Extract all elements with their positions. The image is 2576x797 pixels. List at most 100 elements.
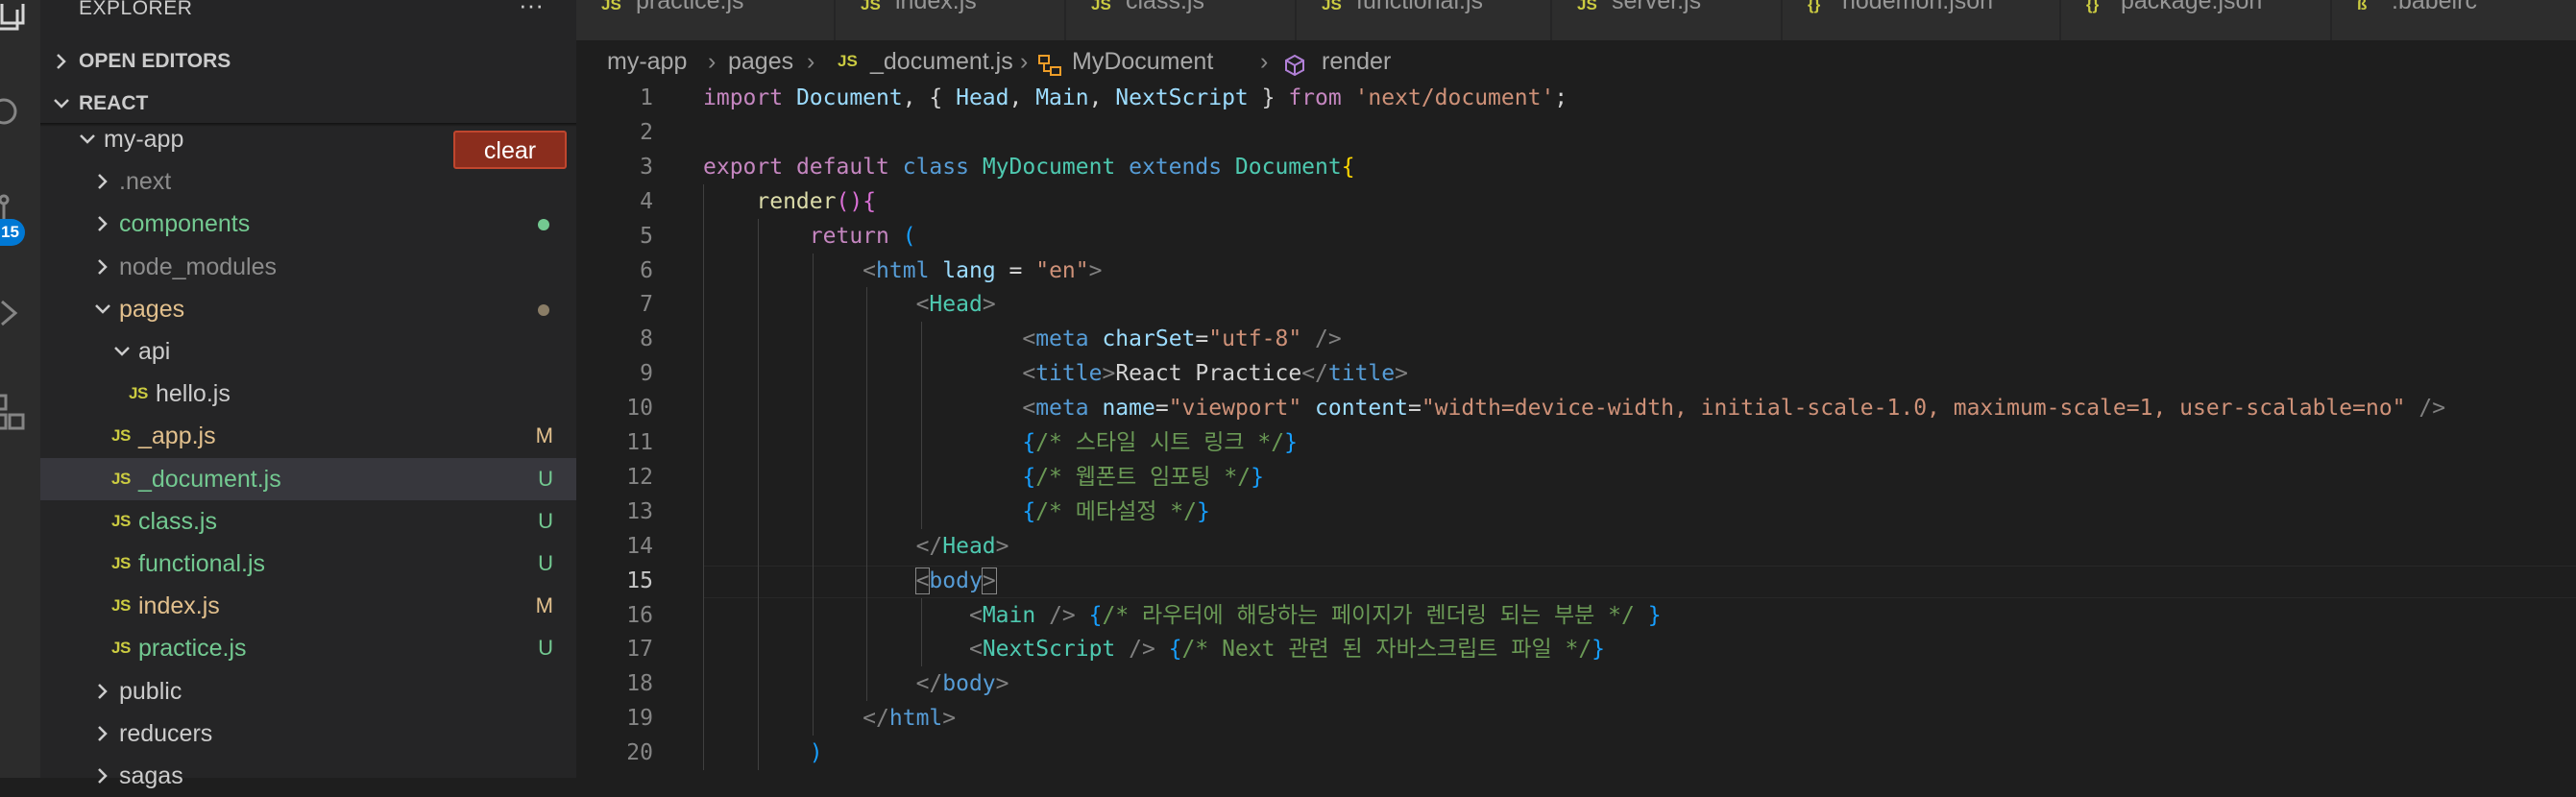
git-status-badge: M: [535, 423, 553, 448]
tree-item-label: _document.js: [138, 465, 281, 493]
indent-guide: [921, 597, 923, 667]
code-line: </Head>: [915, 533, 1009, 559]
chevron-right-icon: [98, 174, 108, 190]
chevron-down-icon: [114, 347, 130, 356]
tab-label: server.js: [1612, 0, 1702, 14]
more-actions-icon[interactable]: ···: [519, 0, 544, 20]
file-type-icon: JS: [861, 0, 881, 13]
line-number: 9: [640, 361, 653, 387]
code-line: <Head>: [915, 292, 996, 318]
code-line: <html lang = "en">: [863, 257, 1103, 283]
open-editors-section[interactable]: OPEN EDITORS: [40, 42, 576, 81]
indent-guide: [757, 218, 759, 770]
editor-tab[interactable]: JS class.js: [1066, 0, 1297, 40]
chevron-right-icon: [57, 54, 66, 69]
js-file-icon: JS: [838, 52, 858, 70]
breadcrumb-separator: ›: [807, 48, 815, 75]
tree-file[interactable]: JS _document.js U: [40, 457, 576, 500]
tree-folder[interactable]: reducers: [40, 712, 576, 755]
modified-dot-icon: [538, 303, 549, 316]
tree-item-label: hello.js: [156, 380, 231, 408]
file-type-icon: ß: [2357, 0, 2368, 13]
tree-item-label: _app.js: [138, 423, 216, 450]
explorer-sidebar: EXPLORER ··· OPEN EDITORS REACT my-app .n…: [40, 0, 576, 789]
tree-item-label: practice.js: [138, 635, 247, 663]
method-symbol-icon: [1283, 50, 1306, 77]
editor-tab[interactable]: {} nodemon.json: [1783, 0, 2061, 40]
line-number: 6: [640, 257, 653, 283]
breadcrumb-mydocument[interactable]: MyDocument: [1072, 42, 1213, 81]
editor-tab[interactable]: JS index.js: [836, 0, 1066, 40]
chevron-down-icon: [54, 99, 69, 109]
git-status-badge: U: [538, 508, 553, 533]
explorer-title: EXPLORER: [79, 0, 193, 19]
chevron-right-icon: [98, 725, 108, 741]
explorer-icon[interactable]: [0, 0, 40, 40]
tree-folder[interactable]: components: [40, 203, 576, 245]
run-debug-icon[interactable]: [0, 292, 40, 332]
breadcrumb-render[interactable]: render: [1322, 42, 1391, 81]
tree-folder[interactable]: pages: [40, 288, 576, 330]
tree-file[interactable]: JS index.js M: [40, 585, 576, 627]
breadcrumb-my-app[interactable]: my-app: [607, 42, 687, 81]
git-status-badge: U: [538, 551, 553, 575]
editor-tab[interactable]: JS practice.js: [576, 0, 836, 40]
tree-folder[interactable]: sagas: [40, 755, 576, 797]
react-section-label: REACT: [79, 92, 149, 114]
breadcrumb-document-file[interactable]: _document.js: [870, 42, 1013, 81]
line-number: 18: [626, 671, 653, 697]
line-number: 13: [626, 498, 653, 524]
js-file-icon: JS: [111, 469, 131, 488]
js-file-icon: JS: [111, 554, 131, 572]
line-number: 7: [640, 292, 653, 318]
tree-item-label: reducers: [119, 719, 213, 747]
line-number: 1: [640, 85, 653, 110]
line-number: 2: [640, 119, 653, 145]
line-number: 17: [626, 637, 653, 663]
extensions-icon[interactable]: [0, 384, 40, 430]
tree-item-label: api: [138, 338, 171, 365]
indent-guide: [866, 287, 868, 702]
class-symbol-icon: [1037, 50, 1064, 76]
file-type-icon: JS: [1322, 0, 1342, 13]
tab-label: index.js: [895, 0, 977, 14]
editor-tab[interactable]: ß .babelrc: [2332, 0, 2576, 40]
file-type-icon: JS: [1577, 0, 1597, 13]
editor-tab[interactable]: {} package.json: [2061, 0, 2332, 40]
tree-file[interactable]: JS functional.js U: [40, 543, 576, 585]
react-section[interactable]: REACT: [40, 85, 576, 123]
activity-bar: 15: [0, 0, 40, 778]
tree-file[interactable]: JS _app.js M: [40, 415, 576, 457]
code-line: <NextScript /> {/* Next 관련 된 자바스크립트 파일 *…: [968, 637, 1606, 663]
line-number: 4: [640, 188, 653, 214]
chevron-down-icon: [95, 303, 110, 314]
js-file-icon: JS: [111, 511, 131, 530]
code-editor[interactable]: 1 import Document, { Head, Main, NextScri…: [576, 81, 2576, 778]
js-file-icon: JS: [111, 639, 131, 658]
line-number: 8: [640, 326, 653, 352]
git-status-badge: M: [535, 593, 553, 618]
tree-file[interactable]: JS practice.js U: [40, 627, 576, 669]
clear-button[interactable]: clear: [453, 131, 567, 169]
tree-item-label: pages: [119, 295, 185, 323]
tree-item-label: sagas: [119, 762, 183, 789]
code-line: <Main /> {/* 라우터에 해당하는 페이지가 렌더링 되는 부분 */…: [968, 602, 1662, 628]
breadcrumb-separator: ›: [1260, 48, 1269, 75]
code-line: ): [809, 740, 823, 766]
js-file-icon: JS: [111, 426, 131, 446]
code-line: </html>: [863, 706, 957, 732]
line-number: 15: [626, 568, 653, 593]
tree-folder[interactable]: api: [40, 330, 576, 373]
tree-file[interactable]: JS hello.js: [40, 373, 576, 415]
search-icon[interactable]: [0, 92, 40, 133]
editor-tab[interactable]: JS functional.js: [1297, 0, 1552, 40]
tab-label: functional.js: [1356, 0, 1484, 14]
tab-label: practice.js: [636, 0, 744, 14]
tree-item-label: my-app: [104, 126, 184, 153]
editor-tab[interactable]: JS server.js: [1552, 0, 1783, 40]
tree-folder[interactable]: public: [40, 670, 576, 712]
tab-label: class.js: [1126, 0, 1204, 14]
breadcrumb-pages[interactable]: pages: [728, 42, 793, 81]
tree-folder[interactable]: node_modules: [40, 246, 576, 288]
tree-file[interactable]: JS class.js U: [40, 500, 576, 543]
